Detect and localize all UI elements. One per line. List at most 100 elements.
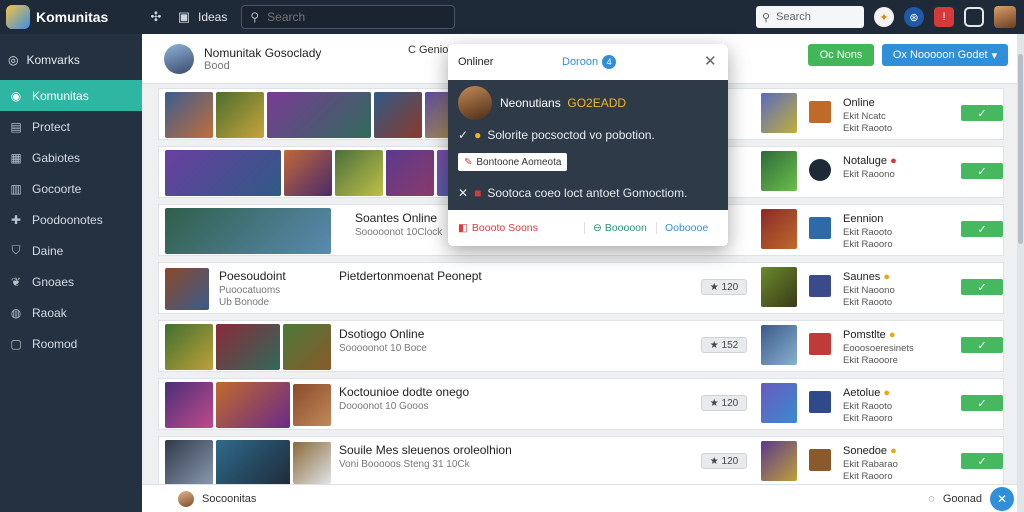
thumbnail-strip: [165, 208, 331, 254]
footer-label[interactable]: Socoonitas: [202, 493, 256, 505]
list-item-title[interactable]: Soantes Online: [355, 211, 437, 225]
member-name[interactable]: Eennion: [843, 213, 883, 225]
list-item[interactable]: Souile Mes sleuenos oroleolhion Voni Boo…: [158, 436, 1004, 488]
game-thumbnail[interactable]: [386, 150, 434, 196]
member-badge-icon: [809, 101, 831, 123]
game-thumbnail[interactable]: [165, 150, 281, 196]
sidebar-item-komunitas[interactable]: ◉ Komunitas: [0, 80, 142, 111]
list-item-title[interactable]: Souile Mes sleuenos oroleolhion: [339, 443, 512, 457]
sidebar-item-poodoonotes[interactable]: ✚ Poodoonotes: [0, 204, 142, 235]
square-icon: ▢: [10, 336, 22, 351]
search-box[interactable]: ⚲: [241, 5, 456, 29]
join-button[interactable]: ✓: [961, 163, 1003, 179]
like-count[interactable]: ★ 120: [701, 453, 747, 469]
game-thumbnail[interactable]: [216, 382, 290, 428]
popover-link[interactable]: Doroon 4: [562, 55, 617, 69]
plugin-icon[interactable]: ✣: [142, 9, 170, 25]
dropdown-action-button[interactable]: Ox Nooooon Godet ▾: [882, 44, 1008, 66]
list-item-heading[interactable]: Pietdertonmoenat Peonept: [339, 269, 482, 283]
sidebar-item-gocoorte[interactable]: ▥ Gocoorte: [0, 173, 142, 204]
sidebar-item-roomod[interactable]: ▢ Roomod: [0, 328, 142, 359]
scrollbar[interactable]: [1017, 34, 1024, 512]
user-avatar[interactable]: [994, 6, 1016, 28]
member-name[interactable]: Saunes ●: [843, 271, 890, 283]
game-thumbnail[interactable]: [165, 268, 209, 310]
secondary-search[interactable]: ⚲ Search: [756, 6, 864, 28]
sidebar-item-daine[interactable]: ⛉ Daine: [0, 235, 142, 266]
member-thumbnail[interactable]: [761, 441, 797, 481]
game-thumbnail[interactable]: [165, 208, 331, 254]
list-item[interactable]: Dsotiogo Online Sooooonot 10 Boce ★ 152 …: [158, 320, 1004, 372]
popover-tag-label: Bontoone Aomeota: [476, 156, 562, 168]
member-name[interactable]: Aetolue ●: [843, 387, 890, 399]
sidebar-item-protect[interactable]: ▤ Protect: [0, 111, 142, 142]
popover-tag[interactable]: ✎ Bontoone Aomeota: [458, 153, 568, 171]
list-item[interactable]: Koctounioe dodte onego Doooonot 10 Gooos…: [158, 378, 1004, 430]
sidebar-item-raoak[interactable]: ◍ Raoak: [0, 297, 142, 328]
game-thumbnail[interactable]: [216, 92, 264, 138]
game-thumbnail[interactable]: [165, 92, 213, 138]
join-button[interactable]: ✓: [961, 395, 1003, 411]
game-thumbnail[interactable]: [374, 92, 422, 138]
sidebar-item-gnoaes[interactable]: ❦ Gnoaes: [0, 266, 142, 297]
member-name[interactable]: Online: [843, 97, 875, 109]
notification-icon[interactable]: !: [934, 7, 954, 27]
member-thumbnail[interactable]: [761, 383, 797, 423]
popover-avatar[interactable]: [458, 86, 492, 120]
popover-user[interactable]: Neonutians GO2EADD: [448, 80, 728, 126]
footer-avatar[interactable]: [178, 490, 194, 507]
primary-action-button[interactable]: Oc Nons: [808, 44, 874, 66]
member-thumbnail[interactable]: [761, 93, 797, 133]
sidebar-item-gabiotes[interactable]: ▦ Gabiotes: [0, 142, 142, 173]
lightbulb-icon[interactable]: ✦: [874, 7, 894, 27]
game-thumbnail[interactable]: [267, 92, 371, 138]
grid-icon: ▦: [10, 150, 22, 165]
member-thumbnail[interactable]: [761, 209, 797, 249]
member-badge-icon: [809, 333, 831, 355]
game-thumbnail[interactable]: [293, 384, 331, 426]
top-nav-ideas[interactable]: Ideas: [198, 10, 227, 24]
search-input[interactable]: [267, 10, 438, 24]
game-thumbnail[interactable]: [165, 324, 213, 370]
sidebar-item-komvarks[interactable]: ◎ Komvarks: [0, 40, 142, 80]
member-name[interactable]: Pomstlte ●: [843, 329, 896, 341]
join-button[interactable]: ✓: [961, 337, 1003, 353]
popover-action-b[interactable]: ⊖ Booooon: [584, 222, 656, 234]
footer-right-label[interactable]: Goonad: [943, 493, 982, 505]
game-thumbnail[interactable]: [283, 324, 331, 370]
game-thumbnail[interactable]: [293, 442, 331, 484]
like-count[interactable]: ★ 120: [701, 279, 747, 295]
popover-action-a[interactable]: ◧ Boooto Soons: [448, 222, 584, 234]
list-item[interactable]: Poesoudoint Puoocatuoms Ub Bonode Pietde…: [158, 262, 1004, 314]
list-item-title[interactable]: Poesoudoint: [219, 269, 286, 283]
member-name[interactable]: Notaluge ●: [843, 155, 897, 167]
like-count[interactable]: ★ 152: [701, 337, 747, 353]
member-thumbnail[interactable]: [761, 151, 797, 191]
brand[interactable]: Komunitas: [0, 5, 142, 29]
expand-button[interactable]: ✕: [990, 486, 1014, 511]
document-icon[interactable]: ▣: [170, 9, 198, 25]
join-button[interactable]: ✓: [961, 279, 1003, 295]
popover-action-c[interactable]: Ooboooe: [656, 222, 708, 234]
member-thumbnail[interactable]: [761, 267, 797, 307]
game-thumbnail[interactable]: [335, 150, 383, 196]
close-icon[interactable]: ✕: [704, 52, 717, 70]
join-button[interactable]: ✓: [961, 105, 1003, 121]
list-item-title[interactable]: Dsotiogo Online: [339, 327, 424, 341]
member-name[interactable]: Sonedoe ●: [843, 445, 897, 457]
game-thumbnail[interactable]: [165, 440, 213, 486]
game-thumbnail[interactable]: [216, 440, 290, 486]
globe-icon[interactable]: ⊛: [904, 7, 924, 27]
chat-icon[interactable]: [964, 7, 984, 27]
scrollbar-thumb[interactable]: [1018, 54, 1023, 244]
join-button[interactable]: ✓: [961, 221, 1003, 237]
community-avatar[interactable]: [164, 43, 194, 74]
game-thumbnail[interactable]: [165, 382, 213, 428]
game-thumbnail[interactable]: [284, 150, 332, 196]
list-item-title[interactable]: Koctounioe dodte onego: [339, 385, 469, 399]
like-count[interactable]: ★ 120: [701, 395, 747, 411]
chat-bubble-icon[interactable]: ◌: [928, 493, 935, 505]
join-button[interactable]: ✓: [961, 453, 1003, 469]
game-thumbnail[interactable]: [216, 324, 280, 370]
member-thumbnail[interactable]: [761, 325, 797, 365]
